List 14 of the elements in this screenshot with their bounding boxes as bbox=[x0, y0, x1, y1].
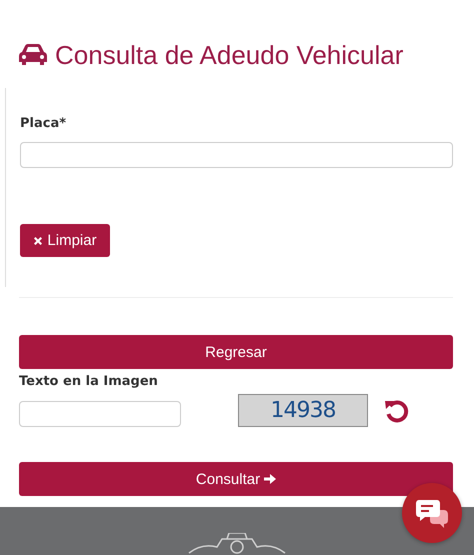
refresh-icon[interactable] bbox=[384, 398, 410, 424]
captcha-input[interactable] bbox=[19, 400, 181, 426]
captcha-label: Texto en la Imagen bbox=[19, 374, 159, 389]
car-icon bbox=[19, 44, 47, 66]
close-icon bbox=[33, 236, 44, 246]
arrow-icon bbox=[264, 473, 276, 485]
clear-button[interactable]: Limpiar bbox=[20, 224, 110, 257]
page-title: Consulta de Adeudo Vehicular bbox=[55, 40, 404, 70]
back-button[interactable]: Regresar bbox=[19, 335, 453, 369]
captcha-image: 14938 bbox=[238, 394, 368, 427]
submit-button[interactable]: Consultar bbox=[19, 462, 453, 496]
chat-icon bbox=[416, 498, 448, 528]
plate-input[interactable] bbox=[20, 142, 453, 168]
field-label: Placa* bbox=[20, 116, 68, 131]
